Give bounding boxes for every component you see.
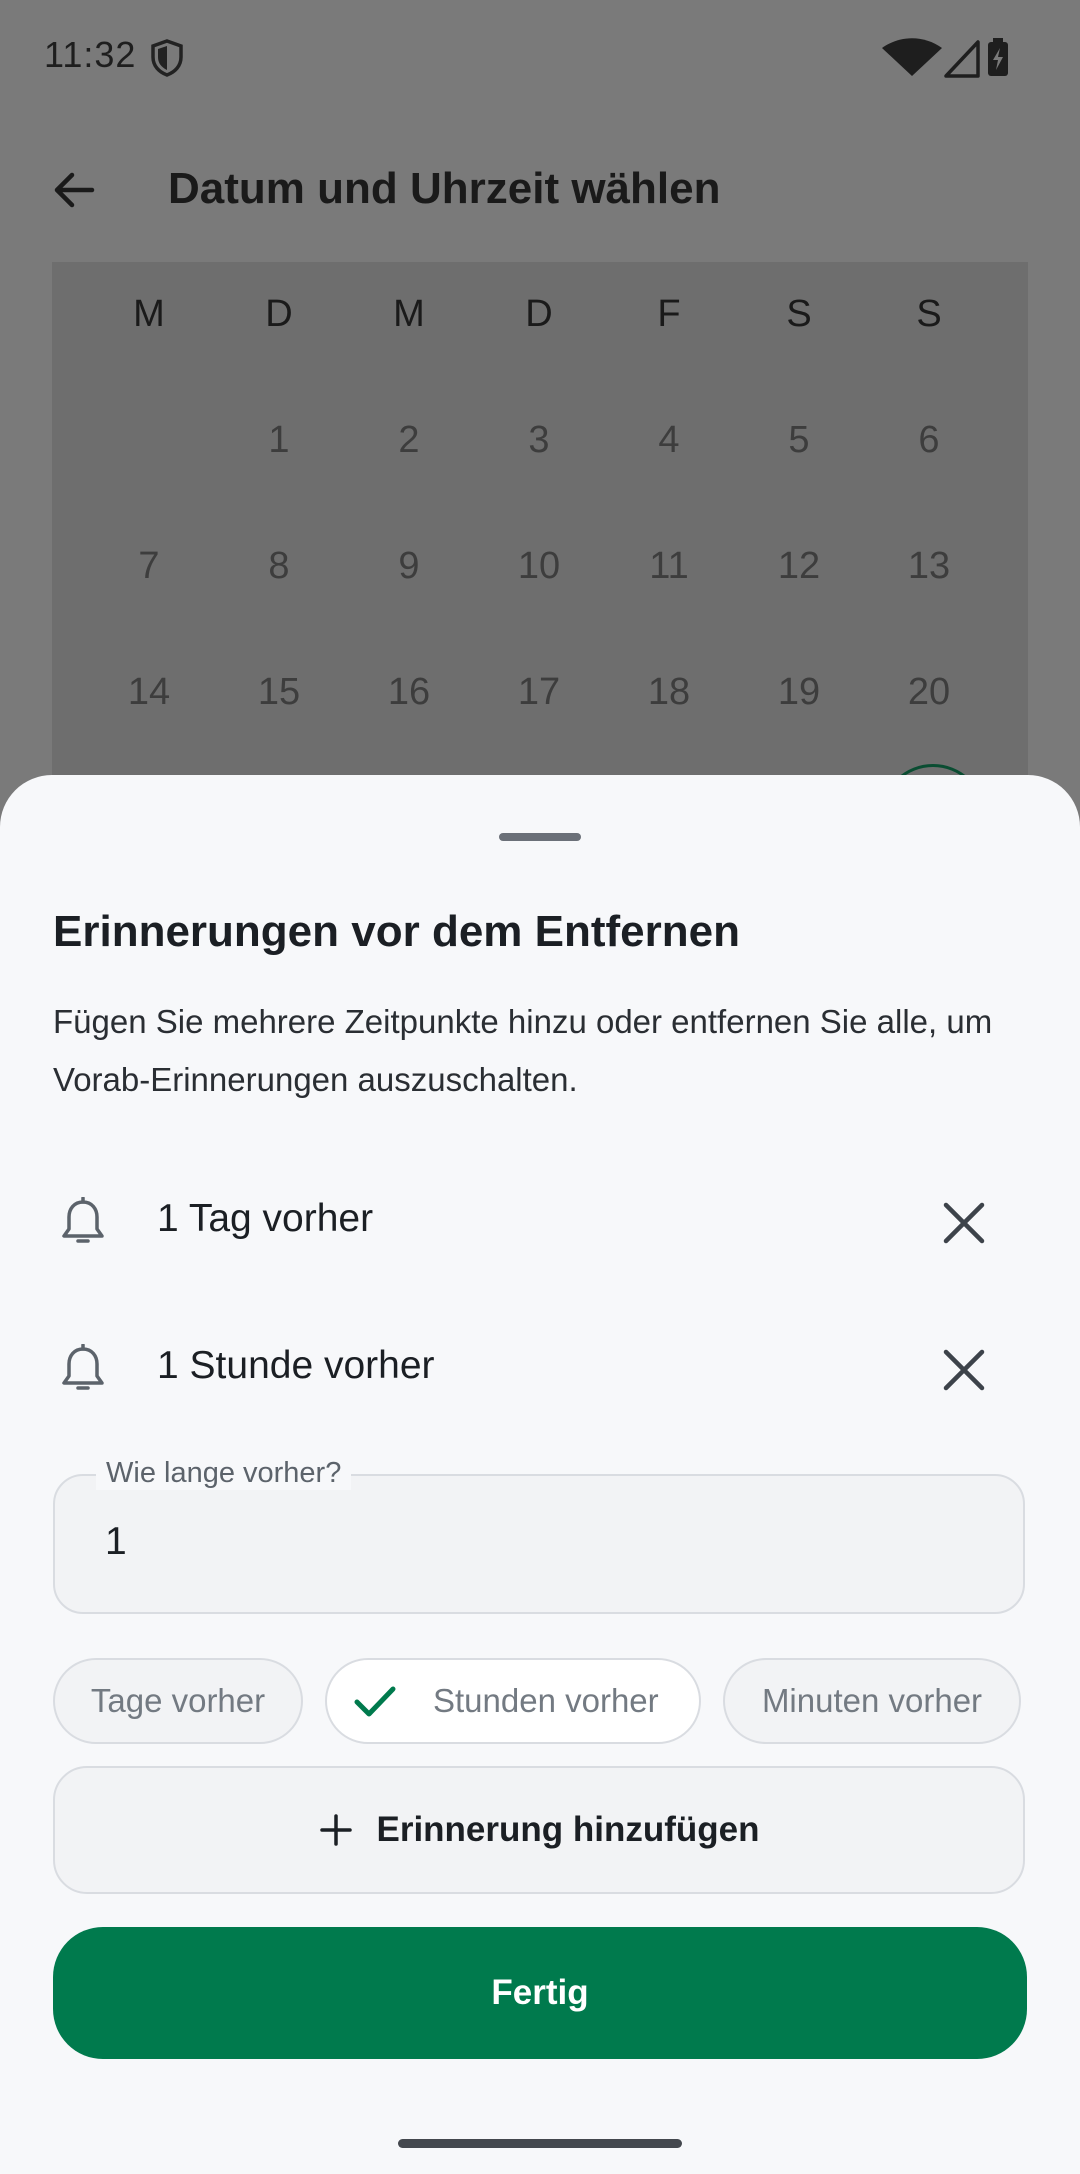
add-reminder-label: Erinnerung hinzufügen — [376, 1810, 760, 1849]
plus-icon — [320, 1814, 353, 1846]
chip-label: Stunden vorher — [433, 1682, 659, 1719]
sheet-drag-handle[interactable] — [499, 833, 581, 841]
calendar-day[interactable]: 3 — [474, 410, 604, 470]
reminder-item: 1 Tag vorher — [0, 1171, 1080, 1271]
calendar-week-row: 14 15 16 17 18 19 20 — [52, 662, 1028, 722]
calendar-day[interactable]: 15 — [214, 662, 344, 722]
weekday-thursday: D — [525, 293, 553, 335]
calendar-day[interactable]: 1 — [214, 410, 344, 470]
unit-chip-hours[interactable]: Stunden vorher — [325, 1658, 701, 1744]
calendar-grid: M D M D F S S 1 2 3 4 5 6 7 8 9 10 11 12… — [52, 262, 1028, 822]
calendar-day[interactable]: 17 — [474, 662, 604, 722]
status-time: 11:32 — [44, 34, 137, 75]
weekday-wednesday: M — [393, 293, 425, 335]
app-header: Datum und Uhrzeit wählen — [0, 150, 1080, 230]
weekday-saturday: S — [786, 293, 812, 335]
calendar-day[interactable]: 2 — [344, 410, 474, 470]
chip-label: Tage vorher — [90, 1682, 266, 1719]
calendar-day[interactable]: 9 — [344, 536, 474, 596]
weekday-sunday: S — [916, 293, 942, 335]
calendar-day[interactable]: 20 — [864, 662, 994, 722]
signal-icon — [944, 40, 980, 78]
calendar-week-row: 7 8 9 10 11 12 13 — [52, 536, 1028, 596]
battery-charging-icon — [988, 38, 1008, 76]
weekday-friday: F — [657, 293, 681, 335]
screen-title: Datum und Uhrzeit wählen — [168, 164, 721, 213]
calendar-day[interactable]: 4 — [604, 410, 734, 470]
calendar-day[interactable]: 11 — [604, 536, 734, 596]
status-icons — [882, 38, 1008, 78]
calendar-day[interactable]: 7 — [84, 536, 214, 596]
calendar-day[interactable]: 12 — [734, 536, 864, 596]
sheet-description: Fügen Sie mehrere Zeitpunkte hinzu oder … — [53, 1003, 993, 1098]
bell-icon — [62, 1197, 104, 1243]
calendar-day[interactable]: 10 — [474, 536, 604, 596]
amount-input[interactable] — [105, 1520, 965, 1564]
wifi-icon — [882, 38, 942, 76]
close-icon[interactable] — [934, 1340, 994, 1400]
calendar-day[interactable]: 6 — [864, 410, 994, 470]
sheet-title: Erinnerungen vor dem Entfernen — [53, 907, 740, 956]
close-icon[interactable] — [934, 1193, 994, 1253]
done-button[interactable]: Fertig — [53, 1927, 1027, 2059]
unit-chip-days[interactable]: Tage vorher — [53, 1658, 303, 1744]
back-arrow-icon[interactable] — [50, 166, 98, 214]
calendar-day[interactable]: 19 — [734, 662, 864, 722]
amount-field[interactable] — [53, 1474, 1025, 1614]
calendar-day[interactable]: 8 — [214, 536, 344, 596]
chip-label: Minuten vorher — [761, 1682, 983, 1719]
calendar-day[interactable]: 13 — [864, 536, 994, 596]
calendar-day[interactable]: 5 — [734, 410, 864, 470]
reminder-label: 1 Tag vorher — [157, 1197, 374, 1240]
reminders-bottom-sheet: Erinnerungen vor dem Entfernen Fügen Sie… — [0, 775, 1080, 2174]
calendar-day[interactable]: 14 — [84, 662, 214, 722]
bell-icon — [62, 1344, 104, 1390]
check-icon — [354, 1686, 396, 1717]
reminder-label: 1 Stunde vorher — [157, 1344, 435, 1387]
weekday-tuesday: D — [265, 293, 293, 335]
weekday-monday: M — [133, 293, 165, 335]
add-reminder-button[interactable]: Erinnerung hinzufügen — [53, 1766, 1025, 1894]
status-bar: 11:32 — [0, 0, 1080, 112]
gesture-nav-handle[interactable] — [398, 2139, 682, 2148]
reminder-item: 1 Stunde vorher — [0, 1318, 1080, 1418]
calendar-day[interactable]: 18 — [604, 662, 734, 722]
amount-field-label: Wie lange vorher? — [96, 1457, 352, 1490]
unit-chip-minutes[interactable]: Minuten vorher — [723, 1658, 1021, 1744]
shield-icon — [151, 39, 183, 77]
calendar-day[interactable]: 16 — [344, 662, 474, 722]
calendar-week-row: 1 2 3 4 5 6 — [52, 410, 1028, 470]
weekday-header-row: M D M D F S S — [52, 284, 1028, 344]
